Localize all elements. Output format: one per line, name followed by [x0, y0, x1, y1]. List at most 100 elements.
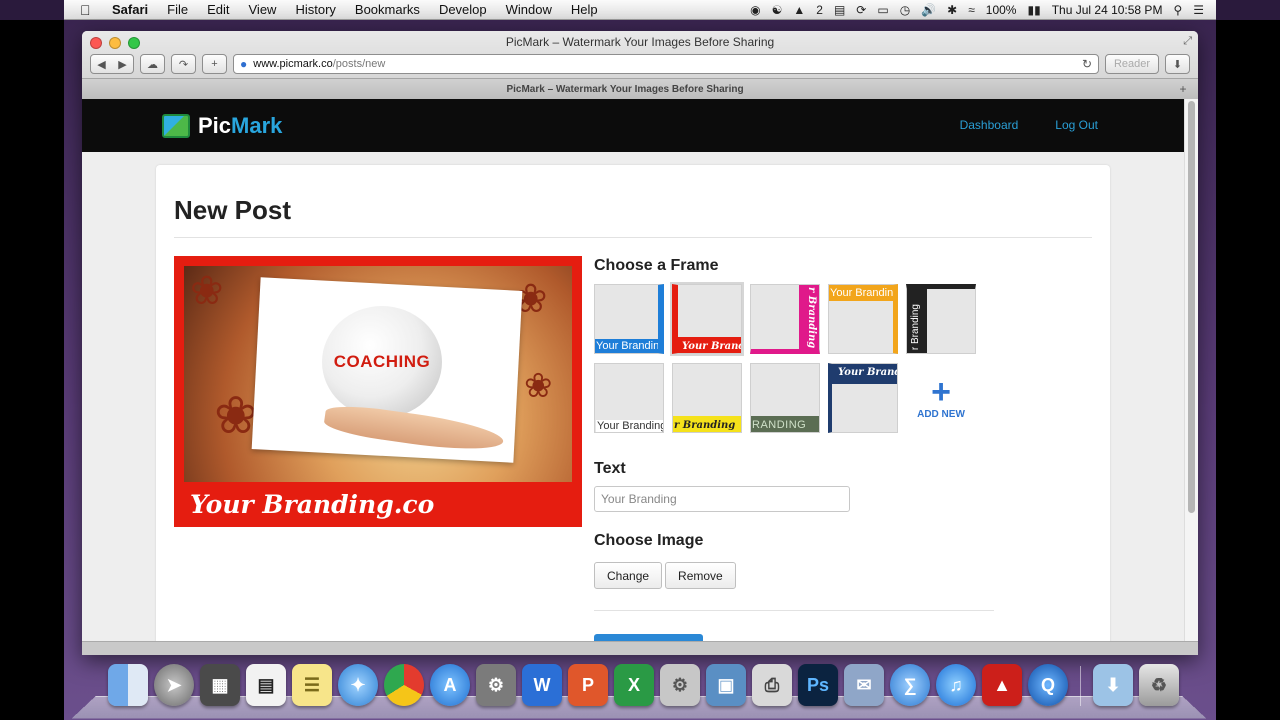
itunes-icon[interactable]: ♫ — [936, 664, 976, 706]
title-divider — [174, 237, 1092, 238]
reader-button[interactable]: Reader — [1105, 54, 1159, 74]
download-icon: ⬇ — [1172, 58, 1183, 71]
menu-app-safari[interactable]: Safari — [112, 2, 148, 17]
site-navbar: PicMark Dashboard Log Out — [82, 99, 1184, 152]
back-forward-buttons[interactable]: ◀ ▶ — [90, 54, 134, 74]
finder-icon[interactable] — [108, 664, 148, 706]
frame-label: r Branding — [674, 420, 736, 431]
clock[interactable]: Thu Jul 24 10:58 PM — [1052, 3, 1163, 17]
menu-window[interactable]: Window — [506, 2, 552, 17]
spotlight-icon[interactable]: ⚲ — [1173, 3, 1182, 17]
mission-control-icon[interactable]: ▦ — [200, 664, 240, 706]
calendar-icon[interactable]: ▤ — [246, 664, 286, 706]
menu-develop[interactable]: Develop — [439, 2, 487, 17]
image-capture-icon[interactable]: ▣ — [706, 664, 746, 706]
bluetooth-icon[interactable]: ✱ — [947, 3, 957, 17]
add-new-frame-button[interactable]: + ADD NEW — [906, 363, 976, 433]
frame-option-orange[interactable]: Your Branding — [828, 284, 898, 354]
back-arrow-icon[interactable]: ◀ — [97, 58, 105, 71]
menu-history[interactable]: History — [295, 2, 335, 17]
image-section: Choose Image Change Remove — [594, 532, 1014, 611]
share-button[interactable]: ↷ — [171, 54, 196, 74]
new-tab-button[interactable]: + — [202, 54, 227, 74]
notes-icon[interactable]: ☰ — [292, 664, 332, 706]
branding-text-input[interactable] — [594, 486, 850, 512]
change-image-button[interactable]: Change — [594, 562, 663, 589]
picmark-logo-icon — [162, 114, 190, 138]
frame-option-blue[interactable]: Your Branding — [594, 284, 664, 354]
reload-icon[interactable]: ↻ — [1082, 57, 1092, 71]
menu-view[interactable]: View — [249, 2, 277, 17]
excel-icon[interactable]: X — [614, 664, 654, 706]
vertical-scrollbar[interactable] — [1184, 99, 1198, 655]
icloud-tabs-button[interactable]: ☁ — [140, 54, 165, 74]
chrome-icon[interactable] — [384, 664, 424, 706]
sync-icon[interactable]: ⟳ — [856, 3, 866, 17]
frame-option-white[interactable]: Your Branding — [594, 363, 664, 433]
quicktime-icon[interactable]: Q — [1028, 664, 1068, 706]
creative-cloud-icon[interactable]: ☯ — [772, 3, 783, 17]
app-store-icon[interactable]: A — [430, 664, 470, 706]
wifi-icon[interactable]: ≈ — [968, 3, 975, 17]
adobe-icon[interactable]: ▲ — [793, 3, 805, 17]
autumn-leaf-icon: ❀ — [214, 387, 258, 445]
battery-percent[interactable]: 100% — [986, 3, 1017, 17]
horizontal-scrollbar[interactable] — [82, 641, 1198, 655]
menu-bookmarks[interactable]: Bookmarks — [355, 2, 420, 17]
notification-center-icon[interactable]: ☰ — [1193, 3, 1204, 17]
image-buttons: Change Remove — [594, 562, 1014, 589]
menu-file[interactable]: File — [167, 2, 188, 17]
address-bar[interactable]: ● www.picmark.co /posts/new ↻ — [233, 54, 1099, 74]
downloads-button[interactable]: ⬇ — [1165, 54, 1190, 74]
menu-help[interactable]: Help — [571, 2, 598, 17]
safari-icon[interactable]: ✦ — [338, 664, 378, 706]
acrobat-icon[interactable]: ▲ — [982, 664, 1022, 706]
frame-grid: Your Branding Your Brandi r Branding You… — [594, 284, 1014, 433]
word-sphere: COACHING — [322, 306, 442, 418]
downloads-folder-icon[interactable]: ⬇ — [1093, 664, 1133, 706]
remove-image-button[interactable]: Remove — [665, 562, 736, 589]
apple-menu-icon[interactable]:  — [80, 2, 98, 18]
frame-option-navy[interactable]: Your Brandi — [828, 363, 898, 433]
tab-active[interactable]: PicMark – Watermark Your Images Before S… — [82, 84, 1168, 95]
dock: ➤ ▦ ▤ ☰ ✦ A ⚙ W P X ⚙ ▣ ⎙ Ps ✉ ∑ ♫ ▲ Q ⬇… — [71, 660, 1207, 720]
frame-label: RANDING — [752, 419, 807, 431]
frame-option-yellow[interactable]: r Branding — [672, 363, 742, 433]
powerpoint-icon[interactable]: P — [568, 664, 608, 706]
dock-separator — [1080, 666, 1081, 706]
clipboard-icon[interactable]: ▤ — [834, 3, 845, 17]
web-page: PicMark Dashboard Log Out New Post ❀ ❀ ❀… — [82, 99, 1184, 655]
autumn-leaf-icon: ❀ — [190, 269, 224, 313]
launchpad-icon[interactable]: ➤ — [154, 664, 194, 706]
plus-icon: + — [211, 58, 218, 70]
browser-toolbar: ◀ ▶ ☁ ↷ + ● www.picmark.co /posts/new ↻ … — [90, 53, 1190, 75]
battery-icon[interactable]: ▮▮ — [1027, 3, 1040, 17]
frame-option-red[interactable]: Your Brandi — [672, 284, 742, 354]
automator-icon[interactable]: ⚙ — [660, 664, 700, 706]
system-preferences-icon[interactable]: ⚙ — [476, 664, 516, 706]
airplay-icon[interactable]: ▭ — [877, 3, 888, 17]
globe-icon: ● — [240, 57, 248, 71]
desktop-edge-left — [0, 20, 64, 720]
choose-frame-label: Choose a Frame — [594, 257, 719, 274]
nav-dashboard-link[interactable]: Dashboard — [960, 118, 1019, 132]
photoshop-icon[interactable]: Ps — [798, 664, 838, 706]
grapher-icon[interactable]: ∑ — [890, 664, 930, 706]
word-icon[interactable]: W — [522, 664, 562, 706]
scroll-thumb[interactable] — [1188, 101, 1195, 513]
print-center-icon[interactable]: ⎙ — [752, 664, 792, 706]
fullscreen-icon[interactable]: ⤢ — [1183, 35, 1192, 48]
frame-option-pink[interactable]: r Branding — [750, 284, 820, 354]
frame-option-black[interactable]: r Branding — [906, 284, 976, 354]
nav-logout-link[interactable]: Log Out — [1055, 118, 1098, 132]
time-machine-icon[interactable]: ◷ — [900, 3, 910, 17]
volume-icon[interactable]: 🔊 — [921, 3, 936, 17]
trash-icon[interactable]: ♻ — [1139, 664, 1179, 706]
record-icon[interactable]: ◉ — [750, 3, 760, 17]
mail-stamp-icon[interactable]: ✉ — [844, 664, 884, 706]
menu-edit[interactable]: Edit — [207, 2, 229, 17]
brand-link[interactable]: PicMark — [162, 113, 282, 139]
forward-arrow-icon[interactable]: ▶ — [118, 58, 126, 71]
add-tab-icon[interactable]: + — [1168, 82, 1198, 96]
frame-option-green[interactable]: RANDING — [750, 363, 820, 433]
